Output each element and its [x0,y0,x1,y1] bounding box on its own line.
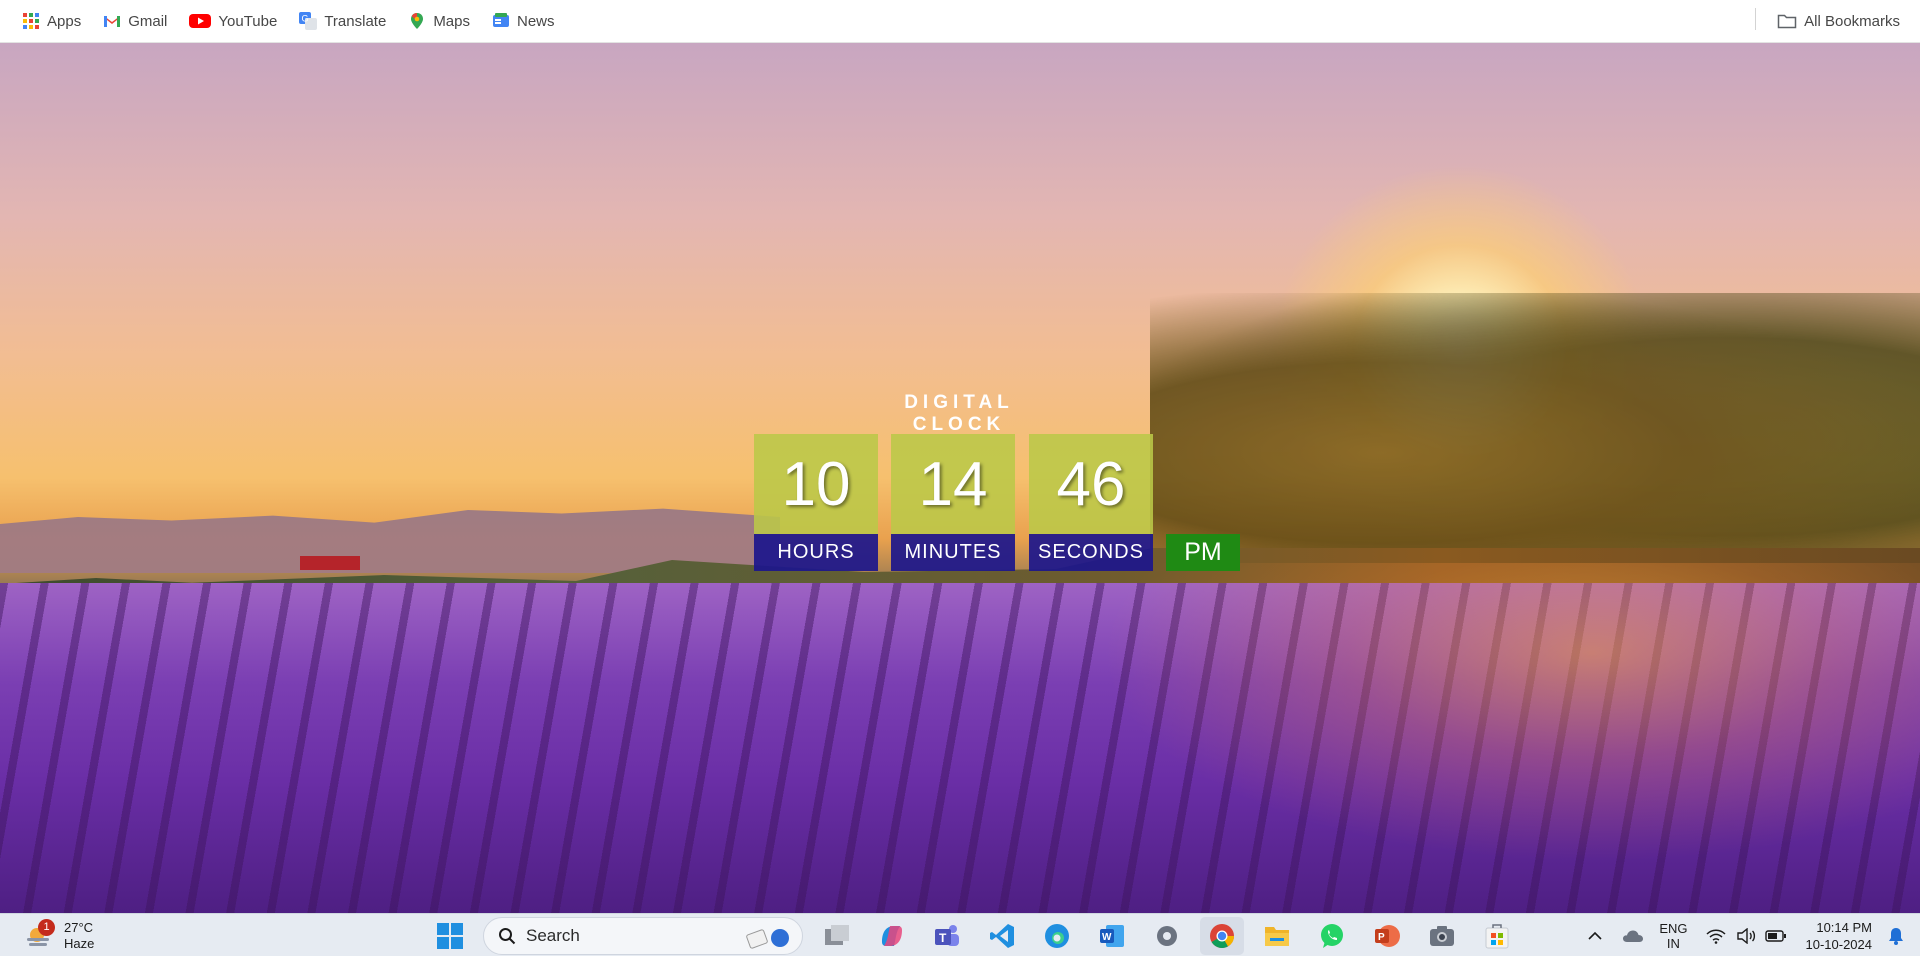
copilot-app[interactable] [870,917,914,955]
file-explorer-icon [1265,927,1289,946]
weather-condition: Haze [64,936,95,951]
taskbar-search[interactable]: Search [483,917,803,955]
language-line-1: ENG [1659,920,1688,936]
red-building [300,556,360,570]
weather-badge: 1 [38,919,55,936]
all-bookmarks-label: All Bookmarks [1804,12,1900,30]
bookmark-label: YouTube [218,12,278,30]
all-bookmarks-button[interactable]: All Bookmarks [1769,6,1908,36]
language-line-2: IN [1666,935,1680,951]
store-app[interactable] [1475,917,1519,955]
volume-button[interactable] [1732,921,1760,951]
task-view-icon [825,925,849,945]
bookmarks-bar: Apps Gmail YouTube G Translate Maps News… [0,0,1920,43]
maps-icon [408,12,426,30]
bookmark-gmail[interactable]: Gmail [95,6,175,36]
taskbar-time: 10:14 PM [1816,919,1872,935]
wifi-button[interactable] [1702,921,1730,951]
bookmark-label: Apps [47,12,82,30]
svg-text:G: G [302,14,309,24]
copilot-icon [882,926,902,946]
weather-icon: 1 [24,919,55,950]
search-icon [499,928,516,945]
vscode-app[interactable] [980,917,1024,955]
powerpoint-icon: P [1375,925,1400,947]
task-view-button[interactable] [815,917,859,955]
taskbar-date: 10-10-2024 [1805,936,1873,952]
camera-icon [1430,926,1454,946]
word-icon: W [1100,925,1124,947]
settings-icon [1157,926,1177,946]
hours-value: 10 [754,434,878,534]
start-icon [437,923,463,949]
file-explorer-app[interactable] [1255,917,1299,955]
gmail-icon [103,12,121,30]
bookmark-apps[interactable]: Apps [14,6,89,36]
bookmark-label: Gmail [128,12,168,30]
store-icon [1485,924,1509,949]
clock-title: DIGITAL CLOCK [904,392,1014,435]
settings-app[interactable] [1145,917,1189,955]
chevron-up-icon [1588,931,1602,940]
taskbar-clock[interactable]: 10:14 PM 10-10-2024 [1806,919,1873,953]
news-icon [492,12,510,30]
field-sun-glow [1100,563,1920,863]
bookmark-label: Maps [433,12,470,30]
onedrive-button[interactable] [1619,921,1647,951]
bookmark-news[interactable]: News [484,6,563,36]
seconds-label: SECONDS [1029,534,1153,571]
apps-grid-icon [22,12,40,30]
weather-widget[interactable]: 1 27°C Haze [24,919,95,952]
svg-text:W: W [1102,932,1112,943]
show-hidden-icons-button[interactable] [1581,921,1609,951]
bookmark-translate[interactable]: G Translate [291,6,394,36]
taskbar-apps: Search T W P [428,917,1530,955]
edge-app[interactable] [1035,917,1079,955]
hours-box: 10 HOURS [754,434,878,571]
chrome-icon [1210,924,1234,949]
powerpoint-app[interactable]: P [1365,917,1409,955]
seconds-value: 46 [1029,434,1153,534]
camera-app[interactable] [1420,917,1464,955]
minutes-value: 14 [891,434,1015,534]
input-language-button[interactable]: ENG IN [1659,921,1687,951]
system-tray: ENG IN 10:14 PM 10-10-2024 [1581,914,1920,956]
search-highlight-icon [746,929,789,949]
translate-icon: G [299,12,318,30]
chrome-app[interactable] [1200,917,1244,955]
battery-icon [1764,929,1786,942]
taskbar: 1 27°C Haze Search T W P ENG IN 10:14 PM… [0,913,1920,956]
word-app[interactable]: W [1090,917,1134,955]
hours-label: HOURS [754,534,878,571]
bell-icon [1889,927,1903,945]
edge-icon [1045,924,1069,948]
bookmarks-divider [1755,8,1756,30]
bookmark-label: Translate [324,12,387,30]
seconds-box: 46 SECONDS [1029,434,1153,571]
bookmark-youtube[interactable]: YouTube [181,6,285,36]
whatsapp-app[interactable] [1310,917,1354,955]
ampm-indicator: PM [1166,534,1240,571]
minutes-label: MINUTES [891,534,1015,571]
teams-icon: T [935,925,959,946]
minutes-box: 14 MINUTES [891,434,1015,571]
wifi-icon [1705,929,1726,944]
vscode-icon [990,924,1014,948]
battery-button[interactable] [1762,921,1790,951]
teams-app[interactable]: T [925,917,969,955]
speaker-icon [1736,927,1755,944]
svg-text:P: P [1378,932,1385,943]
notifications-button[interactable] [1882,921,1910,951]
youtube-icon [189,12,212,30]
bookmark-maps[interactable]: Maps [400,6,478,36]
start-button[interactable] [428,917,472,955]
weather-temperature: 27°C [64,920,94,935]
svg-text:T: T [939,931,947,945]
bookmark-label: News [517,12,555,30]
cloud-icon [1623,930,1644,942]
search-placeholder: Search [526,926,580,945]
folder-icon [1777,12,1797,30]
whatsapp-icon [1321,924,1343,948]
